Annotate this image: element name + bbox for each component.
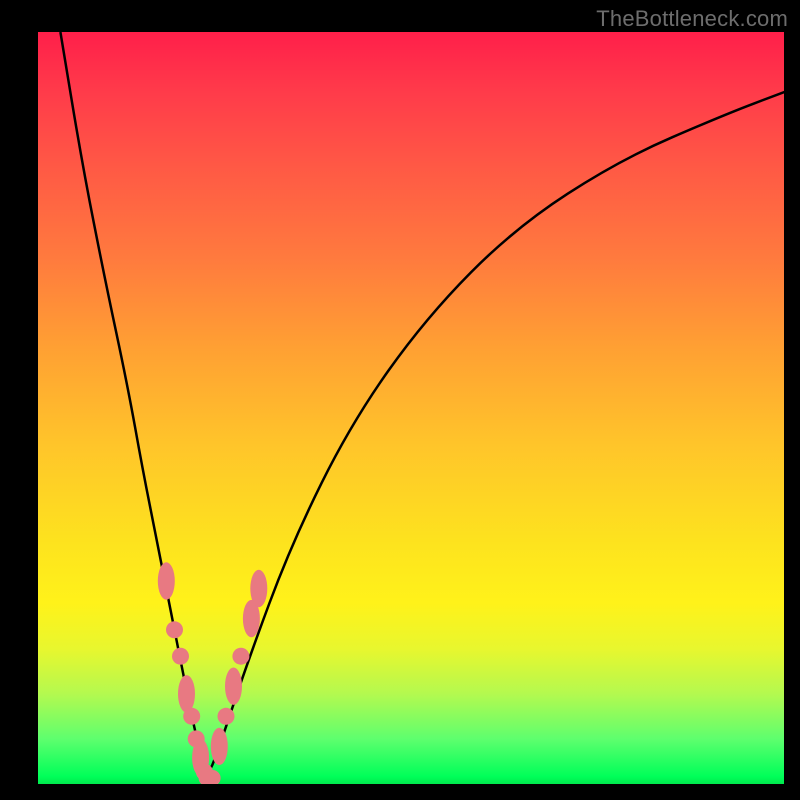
marker-dot <box>183 708 200 725</box>
marker-pill <box>192 739 209 776</box>
bottleneck-curve <box>60 32 784 770</box>
plot-area <box>38 32 784 784</box>
marker-pill <box>243 600 260 637</box>
marker-dot <box>188 730 205 747</box>
marker-pill <box>178 675 195 712</box>
data-markers <box>158 562 267 784</box>
marker-pill <box>250 570 267 607</box>
marker-pill <box>158 562 175 599</box>
marker-dot <box>199 770 215 784</box>
chart-frame: TheBottleneck.com <box>0 0 800 800</box>
bottleneck-chart-svg <box>38 32 784 784</box>
watermark-text: TheBottleneck.com <box>596 6 788 32</box>
marker-pill <box>225 668 242 705</box>
marker-dot <box>196 764 213 781</box>
marker-dot <box>166 621 183 638</box>
marker-dot <box>205 770 221 784</box>
marker-dot <box>232 648 249 665</box>
marker-pill <box>211 728 228 765</box>
marker-dot <box>172 648 189 665</box>
marker-dot <box>218 708 235 725</box>
